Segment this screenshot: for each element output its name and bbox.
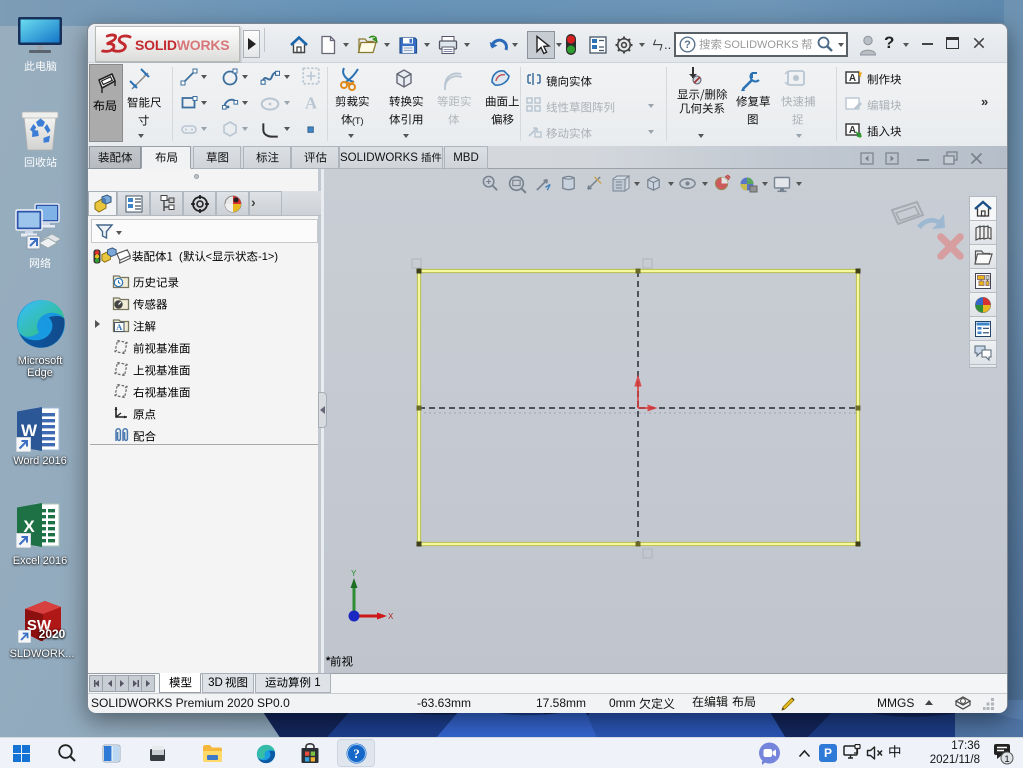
svg-text:X: X [388,612,393,622]
svg-text:?: ? [684,39,691,51]
svg-text:Y: Y [351,569,357,579]
svg-text:A: A [305,94,317,112]
svg-text:?: ? [353,746,360,761]
svg-text:1: 1 [1004,754,1009,765]
svg-text:A: A [849,125,856,136]
svg-text:A: A [116,322,123,332]
svg-text:A: A [849,73,856,84]
